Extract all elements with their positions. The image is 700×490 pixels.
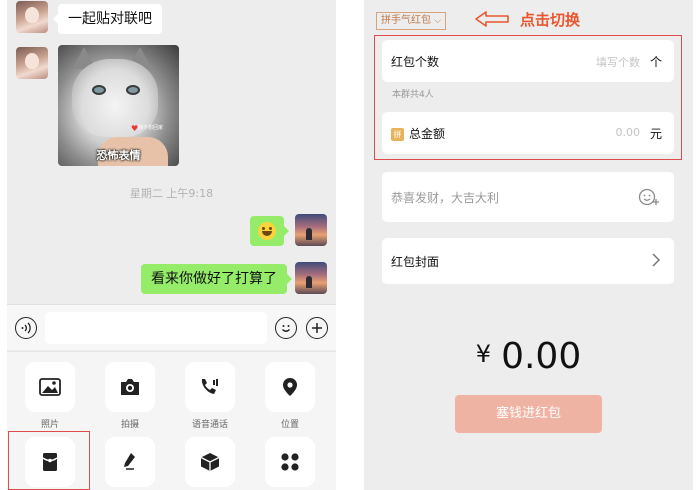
tool-label: 位置 (280, 420, 299, 430)
message-input[interactable] (45, 312, 267, 344)
greeting-row[interactable]: 恭喜发财，大吉大利 (382, 172, 674, 222)
tool-label: 照片 (40, 420, 59, 430)
pin-badge-icon: 拼 (391, 128, 404, 141)
voice-input-icon[interactable] (15, 317, 37, 339)
chevron-down-icon: ⌵ (434, 16, 442, 26)
total-amount-label: 拼总金额 (391, 125, 445, 142)
currency-symbol: ¥ (475, 340, 492, 368)
message-timestamp: 星期二 上午9:18 (129, 187, 214, 200)
red-packet-panel: 拼手气红包 ⌵ 点击切换 红包个数 填写个数 个 本群共4人 拼总金额 0.00… (364, 0, 693, 490)
grid-icon (265, 437, 315, 487)
camera-icon (105, 362, 155, 412)
sticker-small-text: 我不想回家 (138, 125, 164, 131)
total-amount-text: 总金额 (409, 127, 446, 141)
contact-avatar[interactable] (16, 1, 48, 33)
chevron-right-icon (652, 253, 661, 271)
smile-emoji-icon (258, 222, 276, 240)
tool-photo[interactable]: 照片 (25, 362, 75, 430)
phone-icon (185, 362, 235, 412)
packet-type-label: 拼手气红包 (381, 15, 431, 26)
cat-eye (92, 85, 106, 95)
add-button-icon[interactable] (306, 317, 328, 339)
packet-count-input[interactable]: 填写个数 (596, 54, 640, 70)
image-icon (25, 362, 75, 412)
tool-label: 语音通话 (191, 420, 228, 430)
total-amount-unit: 元 (649, 127, 662, 141)
microphone-icon (105, 437, 155, 487)
cat-image-message[interactable]: ♥ 我不想回家 恐怖表情 (58, 45, 179, 166)
contact-avatar[interactable] (16, 47, 48, 79)
message-bubble-outgoing[interactable] (250, 216, 289, 246)
packet-count-row[interactable]: 红包个数 填写个数 个 (382, 40, 674, 82)
total-amount-input[interactable]: 0.00 (616, 126, 641, 139)
packet-cover-label: 红包封面 (391, 255, 440, 269)
emoji-add-icon[interactable] (638, 187, 660, 211)
screenshot-root: 一起贴对联吧 ♥ 我不想回家 恐怖表情 星期二 上午9:18 看来你做好了打算了 (0, 0, 700, 490)
tool-voice-call[interactable]: 语音通话 (185, 362, 235, 430)
my-avatar[interactable] (295, 262, 327, 294)
chat-panel: 一起贴对联吧 ♥ 我不想回家 恐怖表情 星期二 上午9:18 看来你做好了打算了 (7, 0, 336, 490)
cat-eye (126, 85, 140, 95)
tool-camera[interactable]: 拍摄 (105, 362, 155, 430)
tool-location[interactable]: 位置 (265, 362, 315, 430)
packet-cover-row[interactable]: 红包封面 (382, 238, 674, 284)
sticker-caption: 恐怖表情 (96, 149, 141, 162)
greeting-input[interactable]: 恭喜发财，大吉大利 (391, 189, 499, 206)
message-bubble-incoming[interactable]: 一起贴对联吧 (53, 4, 162, 34)
chat-input-bar (7, 304, 336, 350)
switch-hint: 点击切换 (520, 11, 581, 29)
tool-voice-input[interactable] (105, 437, 155, 487)
packet-type-selector[interactable]: 拼手气红包 ⌵ (376, 12, 447, 30)
red-packet-highlight-box (8, 431, 90, 490)
my-avatar[interactable] (295, 214, 327, 246)
tool-label: 拍摄 (120, 420, 139, 430)
message-bubble-outgoing[interactable]: 看来你做好了打算了 (141, 264, 292, 294)
location-icon (265, 362, 315, 412)
emoji-button-icon[interactable] (275, 317, 297, 339)
packet-count-label: 红包个数 (391, 55, 440, 69)
total-amount-row[interactable]: 拼总金额 0.00 元 (382, 112, 674, 154)
tool-more[interactable] (265, 437, 315, 487)
box-icon (185, 437, 235, 487)
amount-display: ¥0.00 (364, 336, 693, 377)
send-money-button[interactable]: 塞钱进红包 (455, 395, 602, 433)
tool-package[interactable] (185, 437, 235, 487)
arrow-left-icon (474, 10, 510, 32)
amount-value: 0.00 (501, 336, 582, 377)
packet-count-unit: 个 (649, 55, 662, 69)
group-member-note: 本群共4人 (392, 90, 434, 100)
